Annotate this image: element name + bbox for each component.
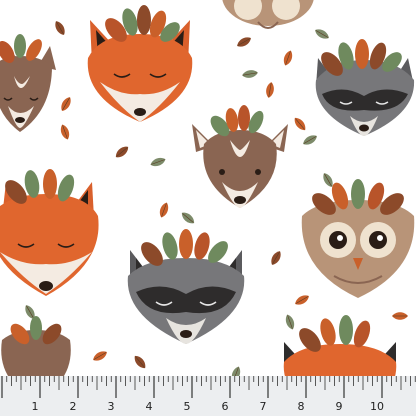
leaf-icon <box>234 34 254 50</box>
ruler-label: 6 <box>222 400 229 413</box>
leaf-icon <box>58 94 74 114</box>
ruler-label: 10 <box>370 400 384 413</box>
ruler-label: 8 <box>298 400 305 413</box>
leaf-icon <box>291 115 309 133</box>
leaf-icon <box>157 200 171 220</box>
deer-face-icon <box>0 34 56 132</box>
ruler-label: 1 <box>32 400 39 413</box>
leaf-icon <box>113 143 131 161</box>
fox-face-icon <box>0 169 99 296</box>
deer-face-icon <box>192 105 288 208</box>
raccoon-face-icon <box>127 229 245 344</box>
ruler-label: 4 <box>146 400 153 413</box>
leaf-icon <box>131 353 149 371</box>
ruler-label: 2 <box>70 400 77 413</box>
leaf-icon <box>90 348 110 364</box>
ruler-label: 9 <box>336 400 343 413</box>
woodland-animal-fabric-print <box>0 0 415 416</box>
measuring-ruler: 1 2 3 4 5 6 7 8 9 10 <box>0 376 416 416</box>
owl-face-top <box>222 0 314 29</box>
leaf-icon <box>312 26 332 42</box>
ruler-label: 7 <box>260 400 267 413</box>
leaf-icon <box>391 311 409 321</box>
fox-face-icon <box>87 5 193 122</box>
raccoon-face-icon <box>315 39 415 136</box>
leaf-icon <box>292 292 312 308</box>
ruler-label: 5 <box>184 400 191 413</box>
leaf-icon <box>148 155 168 169</box>
leaf-icon <box>300 132 320 148</box>
leaf-icon <box>58 122 72 142</box>
leaf-icon <box>281 48 295 68</box>
leaf-icon <box>52 18 68 38</box>
ruler-label: 3 <box>108 400 115 413</box>
leaf-icon <box>241 68 259 80</box>
owl-face-icon <box>301 179 415 298</box>
leaf-icon <box>283 312 297 332</box>
leaf-icon <box>264 81 276 99</box>
leaf-icon <box>179 209 197 227</box>
leaf-icon <box>268 248 284 268</box>
